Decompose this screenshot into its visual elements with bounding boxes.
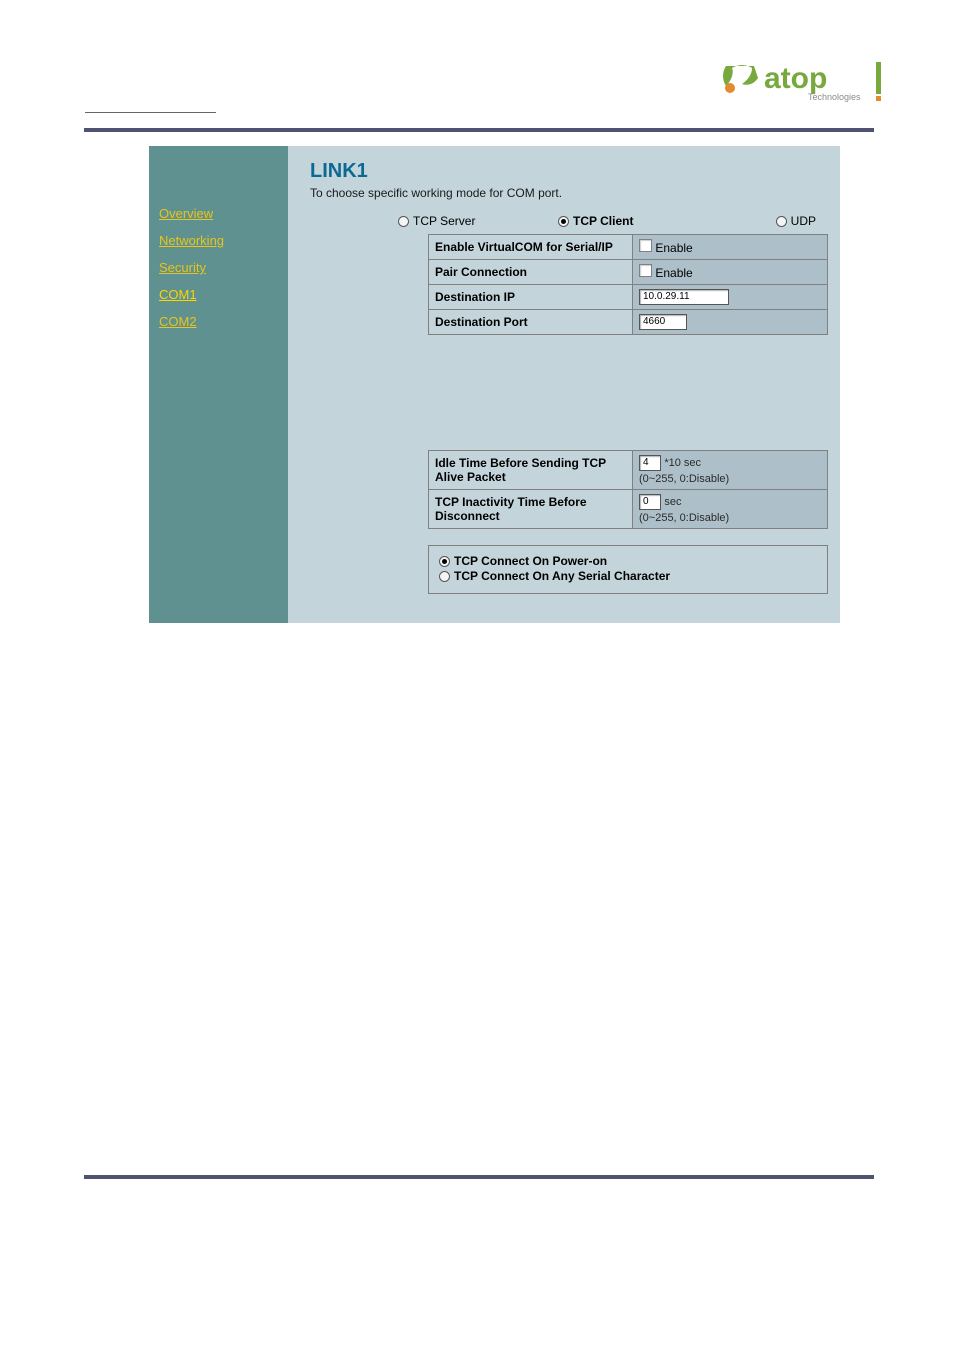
sidebar-item-security[interactable]: Security bbox=[149, 254, 288, 281]
label-tcp-server: TCP Server bbox=[413, 214, 475, 228]
label-udp: UDP bbox=[791, 214, 816, 228]
page-subtitle: To choose specific working mode for COM … bbox=[310, 186, 828, 200]
svg-text:Technologies: Technologies bbox=[808, 92, 861, 102]
checkbox-vcom-enable[interactable] bbox=[639, 239, 652, 252]
row-pair-label: Pair Connection bbox=[429, 260, 633, 285]
svg-text:atop: atop bbox=[764, 62, 827, 95]
row-idle-label: Idle Time Before Sending TCP Alive Packe… bbox=[429, 451, 633, 490]
radio-tcp-client[interactable] bbox=[558, 216, 569, 227]
label-connect-serial: TCP Connect On Any Serial Character bbox=[454, 569, 670, 583]
label-connect-poweron: TCP Connect On Power-on bbox=[454, 554, 607, 568]
working-mode-row: TCP Server TCP Client UDP bbox=[398, 214, 828, 228]
sidebar-nav: Overview Networking Security COM1 COM2 bbox=[149, 146, 288, 623]
settings-table-1: Enable VirtualCOM for Serial/IP Enable P… bbox=[428, 234, 828, 335]
connect-mode-block: TCP Connect On Power-on TCP Connect On A… bbox=[428, 545, 828, 594]
radio-connect-poweron[interactable] bbox=[439, 556, 450, 567]
radio-connect-serial[interactable] bbox=[439, 571, 450, 582]
input-dest-ip[interactable]: 10.0.29.11 bbox=[639, 289, 729, 305]
sidebar-item-com2[interactable]: COM2 bbox=[149, 308, 288, 335]
text-inact-hint: (0~255, 0:Disable) bbox=[639, 512, 729, 524]
checkbox-pair-enable[interactable] bbox=[639, 264, 652, 277]
text-vcom-enable: Enable bbox=[655, 241, 692, 255]
sidebar-item-networking[interactable]: Networking bbox=[149, 227, 288, 254]
input-idle-value[interactable]: 4 bbox=[639, 455, 661, 471]
brand-logo: atop Technologies bbox=[718, 58, 888, 108]
row-dest-ip-label: Destination IP bbox=[429, 285, 633, 310]
page-title: LINK1 bbox=[310, 160, 828, 183]
main-content: LINK1 To choose specific working mode fo… bbox=[288, 146, 840, 623]
header-divider-short bbox=[85, 112, 216, 113]
row-dest-port-label: Destination Port bbox=[429, 310, 633, 335]
text-idle-hint: (0~255, 0:Disable) bbox=[639, 473, 729, 485]
text-idle-unit: *10 sec bbox=[664, 457, 701, 469]
header-rule bbox=[84, 128, 874, 132]
label-tcp-client: TCP Client bbox=[573, 214, 633, 228]
radio-tcp-server[interactable] bbox=[398, 216, 409, 227]
radio-udp[interactable] bbox=[776, 216, 787, 227]
sidebar-item-overview[interactable]: Overview bbox=[149, 200, 288, 227]
row-vcom-label: Enable VirtualCOM for Serial/IP bbox=[429, 235, 633, 260]
settings-table-2: Idle Time Before Sending TCP Alive Packe… bbox=[428, 450, 828, 529]
footer-rule bbox=[84, 1175, 874, 1179]
input-inact-value[interactable]: 0 bbox=[639, 494, 661, 510]
text-pair-enable: Enable bbox=[655, 266, 692, 280]
config-panel: Overview Networking Security COM1 COM2 L… bbox=[149, 146, 840, 623]
input-dest-port[interactable]: 4660 bbox=[639, 314, 687, 330]
row-inact-label: TCP Inactivity Time Before Disconnect bbox=[429, 490, 633, 529]
text-inact-unit: sec bbox=[664, 496, 681, 508]
sidebar-item-com1[interactable]: COM1 bbox=[149, 281, 288, 308]
